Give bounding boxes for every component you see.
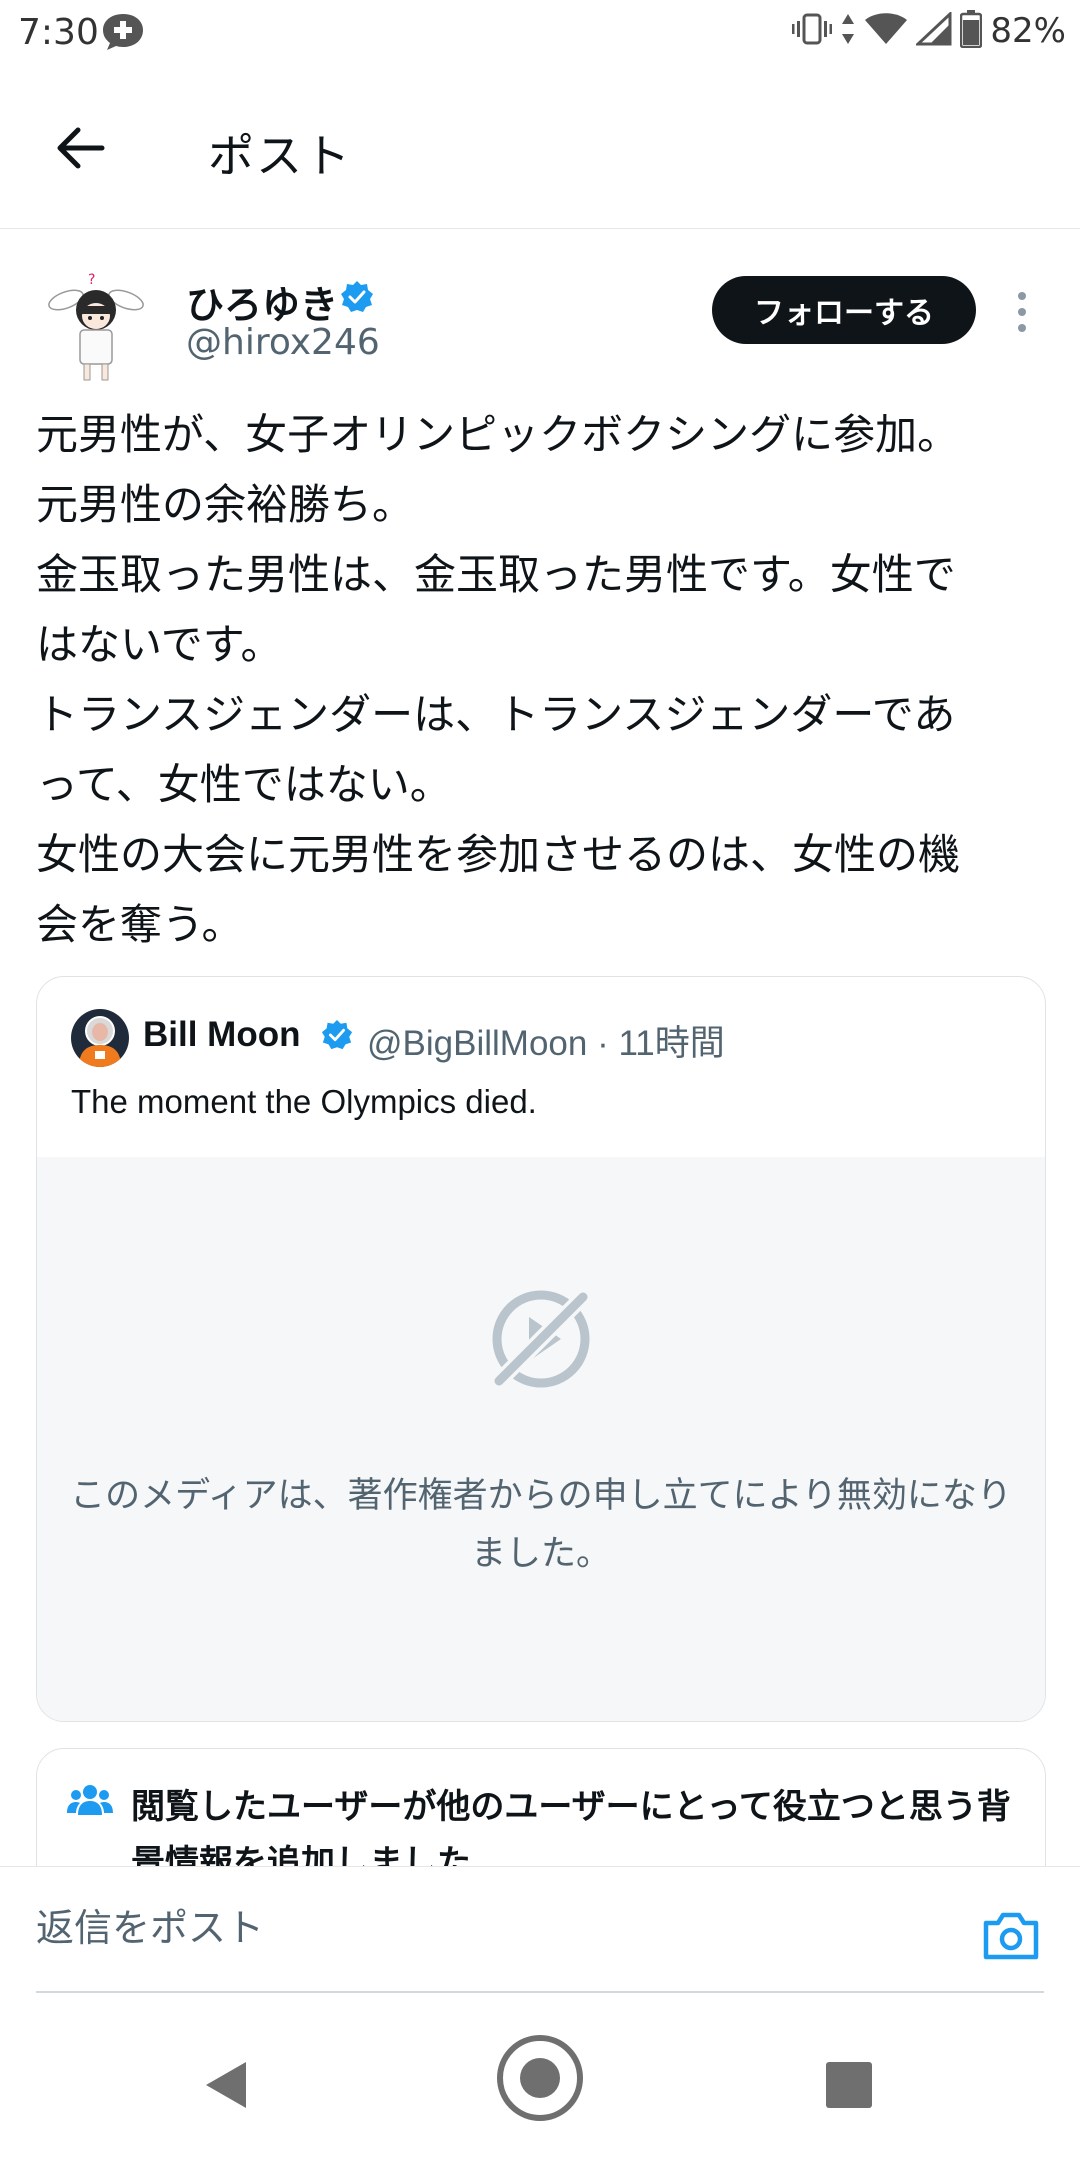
- arrow-left-icon: [52, 124, 108, 176]
- svg-text:?: ?: [88, 272, 95, 288]
- author-handle[interactable]: @hirox246: [186, 322, 380, 363]
- wifi-icon: [864, 12, 908, 50]
- back-button[interactable]: [48, 118, 112, 182]
- follow-button[interactable]: フォローする: [712, 276, 976, 344]
- page-title: ポスト: [208, 129, 352, 183]
- quoted-author-avatar: [71, 1009, 129, 1067]
- reply-input[interactable]: 返信をポスト: [36, 1897, 264, 1952]
- quoted-text: The moment the Olympics died.: [71, 1083, 537, 1120]
- app-notification-icon: [100, 12, 146, 56]
- nav-home-icon[interactable]: [496, 2034, 584, 2126]
- quoted-handle-time: @BigBillMoon · 11時間: [367, 1024, 725, 1063]
- status-bar: 7:30 82%: [0, 0, 1080, 70]
- signal-icon: [914, 10, 952, 50]
- app-bar: ポスト: [0, 70, 1080, 229]
- post-header: ? ひろゆき @hirox246 フォローする: [0, 262, 1080, 392]
- camera-icon: [982, 1912, 1040, 1967]
- people-icon: [67, 1783, 113, 1823]
- reply-divider: [36, 1991, 1044, 1993]
- reply-bar: 返信をポスト: [0, 1866, 1080, 1995]
- system-nav-bar: [0, 1994, 1080, 2160]
- data-arrows-icon: [840, 12, 856, 50]
- more-vertical-icon: [1008, 292, 1036, 340]
- author-name[interactable]: ひろゆき: [186, 274, 338, 329]
- battery-percent: 82%: [990, 11, 1066, 51]
- quoted-media-placeholder: このメディアは、著作権者からの申し立てにより無効になりました。: [37, 1157, 1045, 1721]
- post-text-line: 女性の大会に元男性を参加させるのは、女性の機: [36, 830, 961, 879]
- media-disabled-icon: [489, 1287, 593, 1391]
- post-text-line: トランスジェンダーは、トランスジェンダーであ: [36, 690, 956, 739]
- post-text: 元男性が、女子オリンピックボクシングに参加。 元男性の余裕勝ち。 金玉取った男性…: [36, 400, 1046, 960]
- post-text-line: はないです。: [36, 620, 283, 669]
- media-disabled-message: このメディアは、著作権者からの申し立てにより無効になりました。: [70, 1476, 1012, 1574]
- verified-badge-icon: [340, 280, 374, 318]
- verified-badge-icon: [321, 1019, 353, 1055]
- post-text-line: って、女性ではない。: [36, 760, 452, 809]
- post-text-line: 会を奪う。: [36, 900, 244, 949]
- vibrate-icon: [792, 12, 833, 50]
- status-time: 7:30: [18, 12, 99, 53]
- more-options-button[interactable]: [1008, 288, 1036, 336]
- battery-icon: [960, 10, 983, 52]
- author-avatar[interactable]: ?: [44, 270, 148, 388]
- quoted-author-name: Bill Moon: [143, 1015, 301, 1054]
- quoted-post-card[interactable]: Bill Moon @BigBillMoon · 11時間 The moment…: [36, 976, 1046, 1722]
- post-text-line: 金玉取った男性は、金玉取った男性です。女性で: [36, 550, 956, 599]
- nav-recents-icon[interactable]: [826, 2062, 872, 2108]
- post-text-line: 元男性が、女子オリンピックボクシングに参加。: [36, 410, 960, 459]
- post-text-line: 元男性の余裕勝ち。: [36, 480, 415, 529]
- nav-back-icon[interactable]: [204, 2060, 248, 2114]
- camera-button[interactable]: [982, 1909, 1040, 1963]
